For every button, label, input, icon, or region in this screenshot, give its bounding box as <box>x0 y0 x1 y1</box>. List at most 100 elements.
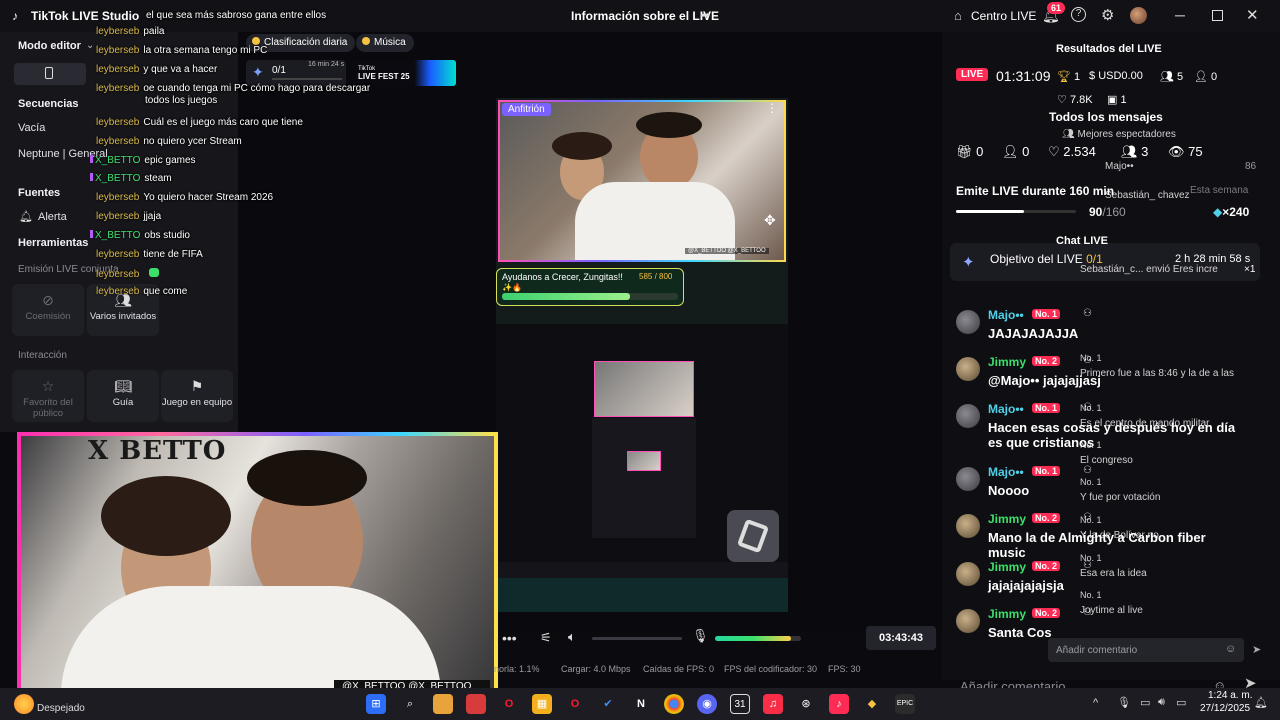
send-icon[interactable]: ➤ <box>1252 643 1261 656</box>
ghost-message: Y la de Bolívar no <box>1080 530 1159 541</box>
juego-equipo-tile[interactable]: ⚑ Juego en equipo <box>161 370 233 422</box>
volume-icon[interactable]: 🔈︎ <box>568 629 576 645</box>
todo-icon[interactable]: ✔ <box>598 694 618 714</box>
ghost-message: Esa era la idea <box>1080 568 1147 579</box>
monitor-icon[interactable]: ▭ <box>1140 696 1150 709</box>
tiktok-logo-icon: ♪ <box>12 9 18 23</box>
volume-icon[interactable]: 🔊︎ <box>1158 696 1165 709</box>
user-settings-icon[interactable]: ⚇ <box>1083 465 1092 476</box>
sliders-icon[interactable]: ⚟ <box>540 630 552 646</box>
gifts-stat: ▣ 1 <box>1107 94 1127 106</box>
opera-icon[interactable]: O <box>499 694 519 714</box>
live-info-title[interactable]: Información sobre el LIVE <box>571 9 719 23</box>
epic-games-icon[interactable]: EPIC <box>895 694 915 714</box>
mejores-espectadores[interactable]: 👥︎ Mejores espectadores <box>1062 129 1176 140</box>
more-vertical-icon[interactable]: ⋮ <box>766 101 778 115</box>
avatar[interactable] <box>956 467 980 491</box>
clock-time[interactable]: 1:24 a. m. <box>1208 690 1252 701</box>
clock-date[interactable]: 27/12/2025 <box>1200 703 1250 714</box>
usd-stat: $ USD0.00 <box>1089 70 1143 82</box>
steam-icon[interactable]: ⊛ <box>796 694 816 714</box>
chevron-up-icon[interactable]: ^ <box>1093 697 1098 709</box>
app-icon[interactable] <box>466 694 486 714</box>
weather-icon[interactable] <box>14 694 34 714</box>
files-icon[interactable] <box>433 694 453 714</box>
overlay-chat-user: leyberseb <box>96 269 140 280</box>
start-icon[interactable]: ⊞ <box>366 694 386 714</box>
nested-host-camera <box>594 361 694 417</box>
todos-mensajes-heading[interactable]: Todos los mensajes <box>1049 110 1163 124</box>
users-icon: 👥︎ <box>1121 144 1138 159</box>
chat-username[interactable]: Jimmy <box>988 607 1026 621</box>
rank-badge: No. 1 <box>1032 466 1061 476</box>
emoji-icon[interactable]: ☺ <box>1225 643 1236 655</box>
maximize-icon[interactable] <box>1212 10 1223 21</box>
ghost-message: El congreso <box>1080 455 1133 466</box>
notion-icon[interactable]: N <box>631 694 651 714</box>
move-icon[interactable]: ✥ <box>764 212 776 229</box>
music-app-icon[interactable]: ♫ <box>763 694 783 714</box>
gear-icon[interactable]: ⚙ <box>1101 6 1114 24</box>
chat-username[interactable]: Jimmy <box>988 560 1026 574</box>
music-pill[interactable]: Música <box>356 34 414 52</box>
opera-gx-icon[interactable]: O <box>565 694 585 714</box>
avatar[interactable] <box>956 609 980 633</box>
search-icon[interactable]: ⌕ <box>400 694 420 714</box>
chrome-icon[interactable] <box>664 694 684 714</box>
notification-icon[interactable]: 🔔︎ <box>1254 696 1268 709</box>
home-icon[interactable]: ⌂ <box>954 8 962 23</box>
help-icon[interactable]: ? <box>1071 7 1086 22</box>
tiktok-studio-icon[interactable]: ♪ <box>829 694 849 714</box>
overlay-chat-row: leyberseb Cuál es el juego más caro que t… <box>96 117 303 129</box>
esta-semana[interactable]: Esta semana <box>1190 185 1248 196</box>
sequence-item-vacia[interactable]: Vacía <box>18 122 45 134</box>
avatar[interactable] <box>956 562 980 586</box>
chat-username[interactable]: Majo•• <box>988 465 1024 479</box>
more-icon[interactable]: ••• <box>502 630 517 646</box>
avatar[interactable] <box>956 310 980 334</box>
chevron-down-icon[interactable]: ⌄ <box>86 40 94 51</box>
calendar-icon[interactable]: 31 <box>730 694 750 714</box>
favorito-tile[interactable]: ☆ Favorito del público <box>12 370 84 422</box>
chat-username[interactable]: Majo•• <box>988 308 1024 322</box>
follows-stat: 👤︎ 0 <box>1194 71 1218 83</box>
host-camera[interactable] <box>498 100 786 262</box>
microphone-icon[interactable]: 🎙︎ <box>1117 696 1131 709</box>
source-item-alerta[interactable]: Alerta <box>38 211 67 223</box>
nested-panel <box>592 418 696 538</box>
mobile-layout-button[interactable] <box>14 63 86 85</box>
store-icon[interactable]: ▦ <box>532 694 552 714</box>
chat-username[interactable]: Jimmy <box>988 355 1026 369</box>
overlay-chat-user: leyberseb <box>96 117 140 128</box>
overlay-chat-user: X_BETTO <box>95 155 141 166</box>
user-settings-icon[interactable]: ⚇ <box>1083 308 1092 319</box>
mode-editor-dropdown[interactable]: Modo editor <box>18 40 81 52</box>
chat-live-heading: Chat LIVE <box>1056 235 1108 247</box>
avatar[interactable] <box>956 404 980 428</box>
battery-icon[interactable]: ▭ <box>1176 696 1186 709</box>
avatar[interactable] <box>956 514 980 538</box>
emite-progress: 90/160 <box>1089 205 1126 219</box>
chat-username[interactable]: Majo•• <box>988 402 1024 416</box>
discord-icon[interactable]: ◉ <box>697 694 717 714</box>
centro-live-link[interactable]: Centro LIVE <box>971 9 1036 23</box>
overlay-chat-user: X_BETTO <box>95 230 141 241</box>
nested-bottom <box>496 578 788 612</box>
avatar[interactable] <box>1130 7 1147 24</box>
overlay-chat-message: epic games <box>144 155 196 166</box>
guia-tile[interactable]: 📖︎ Guía <box>87 370 159 422</box>
weather-text[interactable]: Despejado <box>37 703 85 714</box>
share-icon[interactable]: ➦ <box>700 8 710 22</box>
likes-total-stat: ♡ 2.534 <box>1048 144 1096 159</box>
top1-score: 86 <box>1245 161 1257 172</box>
pip-camera[interactable] <box>17 432 498 699</box>
game-icon[interactable]: ◆ <box>862 694 882 714</box>
close-icon[interactable]: ✕ <box>1246 6 1259 24</box>
overlay-chat-message: Yo quiero hacer Stream 2026 <box>143 192 274 203</box>
minimize-icon[interactable]: ─ <box>1175 7 1185 23</box>
microphone-icon[interactable]: 🎙︎ <box>692 628 709 644</box>
coemision-tile[interactable]: ⊘ Coemisión <box>12 284 84 336</box>
chat-username[interactable]: Jimmy <box>988 512 1026 526</box>
volume-slider[interactable] <box>592 637 682 640</box>
avatar[interactable] <box>956 357 980 381</box>
